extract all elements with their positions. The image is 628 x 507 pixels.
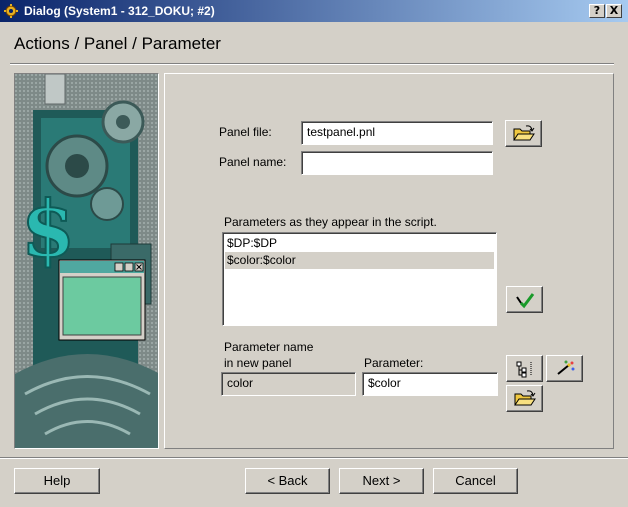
magic-wand-icon (556, 360, 574, 375)
illustration-graphic: $ (15, 74, 158, 448)
cancel-button[interactable]: Cancel (433, 468, 518, 494)
help-button[interactable]: Help (14, 468, 100, 494)
edit-parameter-button[interactable] (546, 355, 583, 382)
panel-name-input[interactable] (301, 151, 493, 175)
window-title: Dialog (System1 - 312_DOKU; #2) (24, 4, 215, 18)
close-title-button[interactable]: X (606, 4, 622, 18)
panel-file-input[interactable]: testpanel.pnl (301, 121, 493, 145)
browse-panel-file-button[interactable] (505, 120, 542, 147)
open-folder-icon (512, 124, 535, 140)
wizard-illustration: $ (14, 73, 159, 449)
list-item[interactable]: $color:$color (225, 252, 494, 269)
param-name-label-line1: Parameter name (224, 340, 314, 354)
open-folder-icon (513, 389, 536, 405)
apply-parameter-button[interactable] (506, 286, 543, 313)
parameter-input[interactable]: $color (362, 372, 498, 396)
next-button[interactable]: Next > (339, 468, 424, 494)
panel-file-label: Panel file: (219, 125, 272, 139)
checkmark-icon (515, 292, 534, 308)
mini-window-icon (58, 259, 146, 341)
select-datapoint-button[interactable] (506, 355, 543, 382)
parameters-list[interactable]: $DP:$DP $color:$color (222, 232, 497, 326)
param-name-field: color (221, 372, 356, 396)
params-list-label: Parameters as they appear in the script. (224, 215, 437, 229)
header-divider (10, 63, 614, 65)
tree-list-icon (516, 361, 531, 377)
page-title: Actions / Panel / Parameter (14, 34, 221, 53)
app-gear-icon (4, 4, 18, 18)
panel-name-label: Panel name: (219, 155, 287, 169)
back-button[interactable]: < Back (245, 468, 330, 494)
parameter-label: Parameter: (364, 356, 424, 370)
help-title-button[interactable]: ? (589, 4, 605, 18)
open-parameter-file-button[interactable] (506, 385, 543, 412)
param-name-label-line2: in new panel (224, 356, 292, 370)
title-bar[interactable]: Dialog (System1 - 312_DOKU; #2) ? X (0, 0, 628, 22)
list-item[interactable]: $DP:$DP (225, 235, 494, 252)
